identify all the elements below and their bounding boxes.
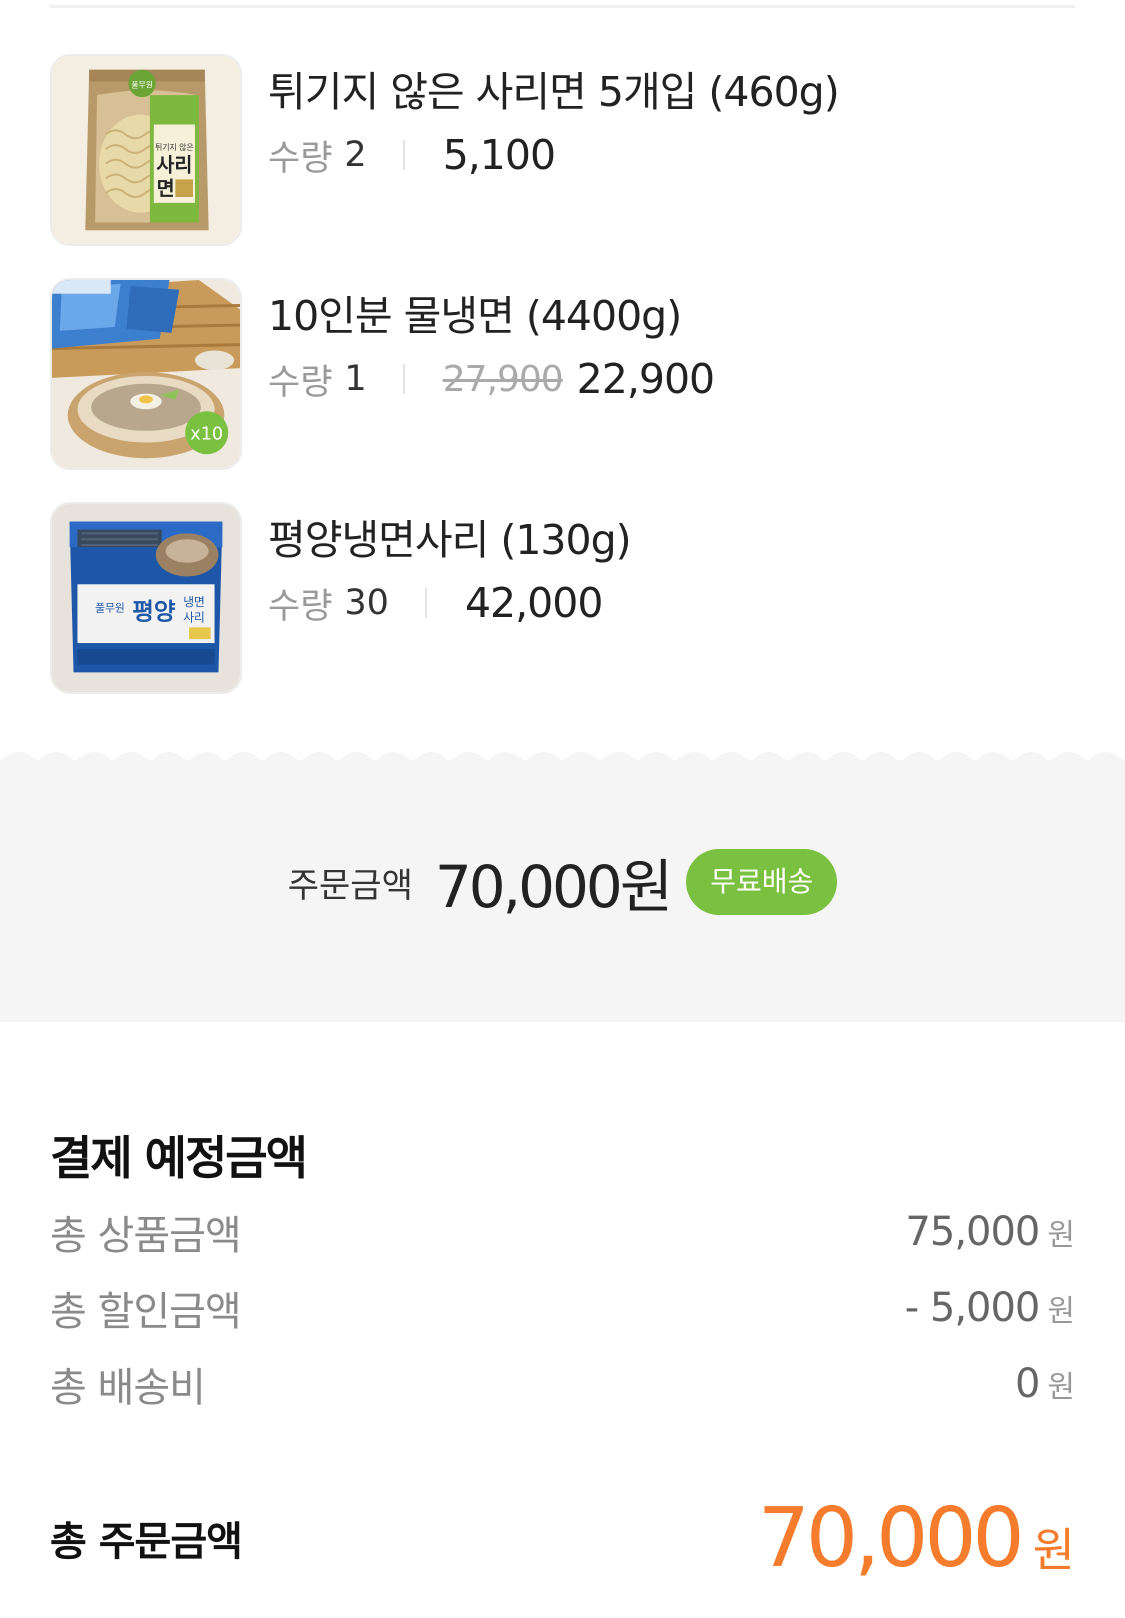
order-amount-label: 주문금액 [287, 865, 413, 906]
quantity-label: 수량 [268, 362, 333, 403]
noodle-pack-image: 풀무원 튀기지 않은 사리 면 [52, 56, 240, 244]
currency-unit: 원 [1047, 1218, 1075, 1253]
payment-row-shipping: 총 배송비 0원 [50, 1354, 1075, 1414]
product-name[interactable]: 10인분 물냉면 (4400g) [268, 282, 682, 342]
quantity-label: 수량 [268, 138, 333, 179]
payment-row-value: 0 [1014, 1361, 1040, 1407]
free-shipping-badge: 무료배송 [686, 849, 838, 915]
svg-text:사리: 사리 [183, 611, 205, 625]
total-order-amount: 70,000 원 [758, 1491, 1075, 1586]
product-thumbnail[interactable]: 풀무원 튀기지 않은 사리 면 [50, 54, 242, 246]
quantity-value: 2 [344, 135, 367, 175]
meta-separator [402, 140, 405, 170]
svg-text:평양: 평양 [132, 598, 176, 626]
payment-row-label: 총 상품금액 [50, 1213, 242, 1259]
svg-text:튀기지 않은: 튀기지 않은 [155, 142, 194, 152]
currency-unit: 원 [1047, 1370, 1075, 1405]
payment-row-amount: - 5,000 원 [905, 1285, 1075, 1331]
product-meta: 수량 2 5,100 [268, 130, 556, 180]
meta-separator [424, 588, 427, 618]
currency-unit: 원 [1047, 1294, 1075, 1329]
svg-text:풀무원: 풀무원 [95, 602, 125, 615]
total-order-label: 총 주문금액 [50, 1519, 243, 1565]
original-price: 27,900 [442, 358, 564, 400]
quantity-value: 30 [344, 583, 389, 623]
cart-item[interactable]: 풀무원 튀기지 않은 사리 면 튀기지 않은 사리면 5개입 (460g) 수량… [50, 54, 1075, 248]
top-divider [50, 5, 1075, 8]
payment-row-value: 75,000 [905, 1209, 1040, 1255]
product-name[interactable]: 평양냉면사리 (130g) [268, 506, 632, 566]
payment-section-title: 결제 예정금액 [50, 1131, 308, 1185]
product-meta: 수량 30 42,000 [268, 578, 603, 628]
payment-row-discount: 총 할인금액 - 5,000 원 [50, 1278, 1075, 1338]
cart-item[interactable]: x10 10인분 물냉면 (4400g) 수량 1 27,900 22,900 [50, 278, 1075, 472]
meta-separator [402, 364, 405, 394]
product-price: 42,000 [464, 579, 603, 627]
svg-text:x10: x10 [190, 425, 223, 445]
scalloped-edge [0, 752, 1125, 762]
total-order-value: 70,000 [757, 1490, 1025, 1586]
payment-row-value: - 5,000 [904, 1285, 1041, 1331]
cold-noodle-image: x10 [52, 280, 240, 468]
pyongyang-noodle-pack-image: 풀무원 평양 냉면 사리 [52, 504, 240, 692]
product-thumbnail[interactable]: x10 [50, 278, 242, 470]
product-price: 5,100 [442, 131, 556, 179]
quantity-value: 1 [344, 359, 367, 399]
svg-text:면: 면 [157, 177, 175, 200]
product-meta: 수량 1 27,900 22,900 [268, 354, 715, 404]
order-amount-value: 70,000원 [434, 853, 673, 921]
payment-row-amount: 75,000 원 [905, 1209, 1075, 1255]
cart-item[interactable]: 풀무원 평양 냉면 사리 평양냉면사리 (130g) 수량 30 42,000 [50, 502, 1075, 696]
product-price: 22,900 [576, 355, 715, 403]
product-name[interactable]: 튀기지 않은 사리면 5개입 (460g) [268, 58, 840, 118]
payment-row-amount: 0원 [1015, 1361, 1075, 1407]
payment-row-subtotal: 총 상품금액 75,000 원 [50, 1202, 1075, 1262]
svg-text:풀무원: 풀무원 [131, 80, 153, 89]
order-summary: 주문금액 70,000원 무료배송 [0, 832, 1125, 932]
payment-total-row: 총 주문금액 70,000 원 [50, 1488, 1075, 1588]
quantity-label: 수량 [268, 586, 333, 627]
payment-row-label: 총 배송비 [50, 1365, 206, 1411]
payment-row-label: 총 할인금액 [50, 1289, 242, 1335]
product-thumbnail[interactable]: 풀무원 평양 냉면 사리 [50, 502, 242, 694]
svg-text:사리: 사리 [156, 154, 192, 177]
svg-text:냉면: 냉면 [183, 595, 205, 609]
total-currency-unit: 원 [1032, 1522, 1075, 1577]
